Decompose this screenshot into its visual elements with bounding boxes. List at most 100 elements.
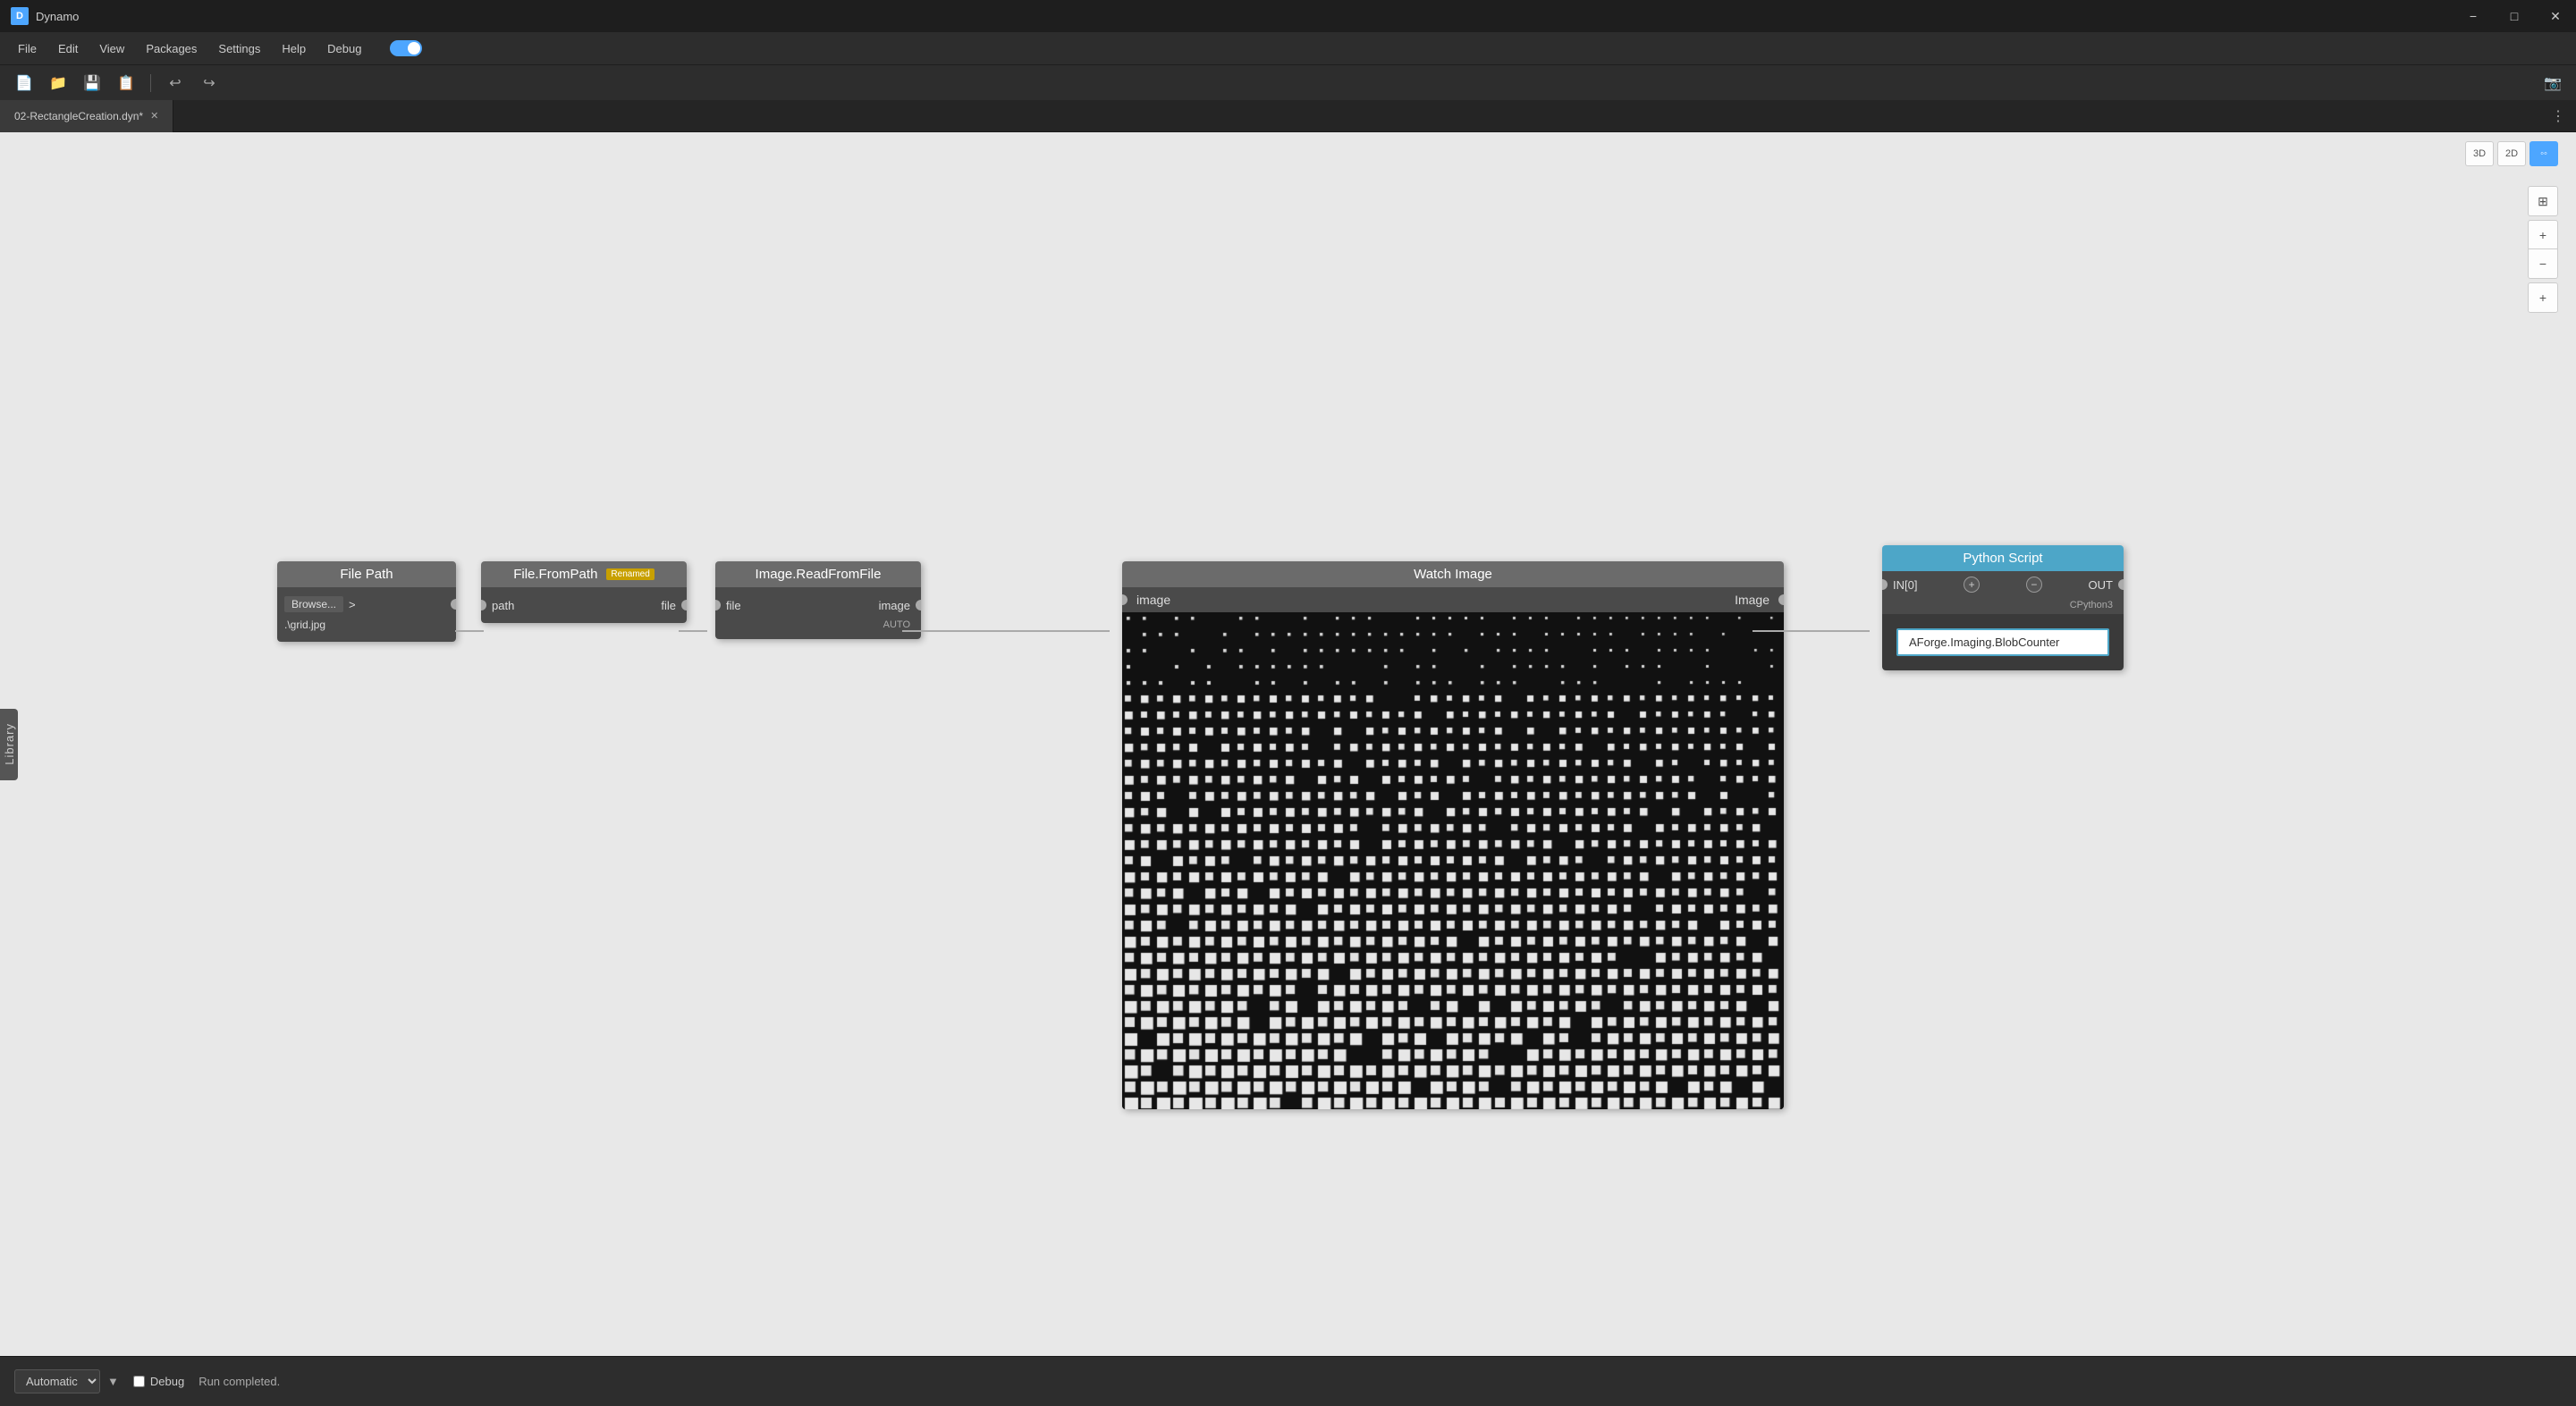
- python-remove-port-button[interactable]: −: [2026, 577, 2042, 593]
- file-path-node: File Path Browse... > .\grid.jpg: [277, 561, 456, 642]
- image-read-from-file-node: Image.ReadFromFile file image AUTO: [715, 561, 921, 639]
- zoom-in-button[interactable]: +: [2529, 221, 2557, 249]
- library-label: Library: [3, 723, 16, 765]
- file-path-body: Browse... > .\grid.jpg: [277, 587, 456, 642]
- image-out-label: image: [879, 599, 910, 612]
- browse-arrow: >: [349, 598, 356, 611]
- 2d-view-button[interactable]: 2D: [2497, 141, 2526, 166]
- run-mode-select[interactable]: Automatic: [14, 1369, 100, 1393]
- menu-help[interactable]: Help: [271, 38, 317, 59]
- debug-check: Debug: [133, 1375, 184, 1388]
- file-out-port: [681, 600, 687, 610]
- auto-label: AUTO: [715, 618, 921, 634]
- tab-close-button[interactable]: ✕: [150, 110, 158, 122]
- close-button[interactable]: ✕: [2535, 0, 2576, 32]
- fit-view-group: ⊞: [2528, 186, 2558, 216]
- watch-image-out-label: Image: [1735, 593, 1769, 607]
- file-path-value: .\grid.jpg: [277, 616, 456, 636]
- menu-edit[interactable]: Edit: [47, 38, 89, 59]
- 3d-view-button[interactable]: 3D: [2465, 141, 2494, 166]
- file-out-label: file: [661, 599, 676, 612]
- cpython-label: CPython3: [1882, 598, 2124, 614]
- canvas-area[interactable]: Library 3D 2D ◦◦ ⊞ + − + File Path Brows…: [0, 132, 2576, 1356]
- app-icon: D: [11, 7, 29, 25]
- menu-settings[interactable]: Settings: [207, 38, 271, 59]
- new-button[interactable]: 📄: [11, 71, 38, 96]
- python-ports: IN[0] + − OUT: [1882, 571, 2124, 598]
- watch-image-node: Watch Image image Image: [1122, 561, 1784, 1109]
- watch-in-port: [1122, 594, 1128, 605]
- window-controls: − □ ✕: [2453, 0, 2576, 32]
- image-read-body: file image AUTO: [715, 587, 921, 639]
- zoom-group: + −: [2528, 220, 2558, 279]
- watch-image-in-label: image: [1136, 593, 1170, 607]
- debug-checkbox[interactable]: [133, 1376, 145, 1387]
- run-mode: Automatic ▼: [14, 1369, 119, 1393]
- python-out-port: [2118, 579, 2124, 590]
- titlebar: D Dynamo − □ ✕: [0, 0, 2576, 32]
- image-read-title: Image.ReadFromFile: [756, 567, 882, 582]
- maximize-button[interactable]: □: [2494, 0, 2535, 32]
- file-path-header: File Path: [277, 561, 456, 587]
- menu-file[interactable]: File: [7, 38, 47, 59]
- browse-row: Browse... >: [277, 593, 456, 616]
- watch-image-header: Watch Image: [1122, 561, 1784, 587]
- zoom-out-button[interactable]: −: [2529, 249, 2557, 278]
- aforge-label: AForge.Imaging.BlobCounter: [1909, 636, 2059, 649]
- path-row: path file: [481, 593, 687, 618]
- tab-label: 02-RectangleCreation.dyn*: [14, 110, 143, 122]
- minimize-button[interactable]: −: [2453, 0, 2494, 32]
- menu-view[interactable]: View: [89, 38, 135, 59]
- library-sidebar-toggle[interactable]: Library: [0, 709, 18, 780]
- right-controls: ⊞ + − +: [2528, 186, 2558, 313]
- watch-out-port: [1778, 594, 1784, 605]
- aforge-box[interactable]: AForge.Imaging.BlobCounter: [1896, 628, 2109, 656]
- file-in-label: file: [726, 599, 741, 612]
- file-from-path-body: path file: [481, 587, 687, 623]
- redo-button[interactable]: ↪: [196, 71, 223, 96]
- undo-button[interactable]: ↩: [162, 71, 189, 96]
- run-toggle[interactable]: [390, 40, 422, 56]
- python-script-title: Python Script: [1963, 551, 2042, 566]
- browse-button[interactable]: Browse...: [284, 596, 343, 612]
- python-out-label: OUT: [2089, 578, 2113, 592]
- fit-view-button[interactable]: ⊞: [2529, 187, 2557, 215]
- menubar: File Edit View Packages Settings Help De…: [0, 32, 2576, 64]
- node-view-button[interactable]: ◦◦: [2530, 141, 2558, 166]
- toolbar-separator: [150, 74, 151, 92]
- camera-button[interactable]: 📷: [2540, 71, 2565, 96]
- save-button[interactable]: 💾: [79, 71, 106, 96]
- file-from-path-title: File.FromPath: [513, 567, 597, 582]
- app-title: Dynamo: [36, 10, 79, 23]
- python-script-node: Python Script IN[0] + − OUT CPython3 AFo…: [1882, 545, 2124, 670]
- view-controls: 3D 2D ◦◦: [2465, 141, 2558, 166]
- python-body: AForge.Imaging.BlobCounter: [1882, 614, 2124, 670]
- save-as-button[interactable]: 📋: [113, 71, 139, 96]
- image-out-port: [916, 600, 921, 610]
- python-add-port-button[interactable]: +: [1964, 577, 1980, 593]
- open-button[interactable]: 📁: [45, 71, 72, 96]
- path-label: path: [492, 599, 514, 612]
- image-read-header: Image.ReadFromFile: [715, 561, 921, 587]
- snap-group: +: [2528, 282, 2558, 313]
- tab-menu-button[interactable]: ⋮: [2551, 107, 2565, 125]
- menu-packages[interactable]: Packages: [135, 38, 207, 59]
- watch-image-canvas: [1122, 612, 1784, 1109]
- file-from-path-node: File.FromPath Renamed path file: [481, 561, 687, 623]
- watch-image-ports: image Image: [1122, 587, 1784, 612]
- menu-debug[interactable]: Debug: [317, 38, 372, 59]
- snap-button[interactable]: +: [2529, 283, 2557, 312]
- python-in-label: IN[0]: [1893, 578, 1917, 592]
- statusbar: Automatic ▼ Debug Run completed.: [0, 1356, 2576, 1406]
- debug-label: Debug: [150, 1375, 184, 1388]
- python-in-port: [1882, 579, 1888, 590]
- file-path-title: File Path: [340, 567, 393, 582]
- tabbar: 02-RectangleCreation.dyn* ✕ ⋮: [0, 100, 2576, 132]
- toolbar: 📄 📁 💾 📋 ↩ ↪ 📷: [0, 64, 2576, 100]
- status-text: Run completed.: [198, 1375, 280, 1388]
- python-script-header: Python Script: [1882, 545, 2124, 571]
- file-in-port: [715, 600, 721, 610]
- path-in-port: [481, 600, 486, 610]
- file-in-row: file image: [715, 593, 921, 618]
- tab-rectangle-creation[interactable]: 02-RectangleCreation.dyn* ✕: [0, 100, 173, 132]
